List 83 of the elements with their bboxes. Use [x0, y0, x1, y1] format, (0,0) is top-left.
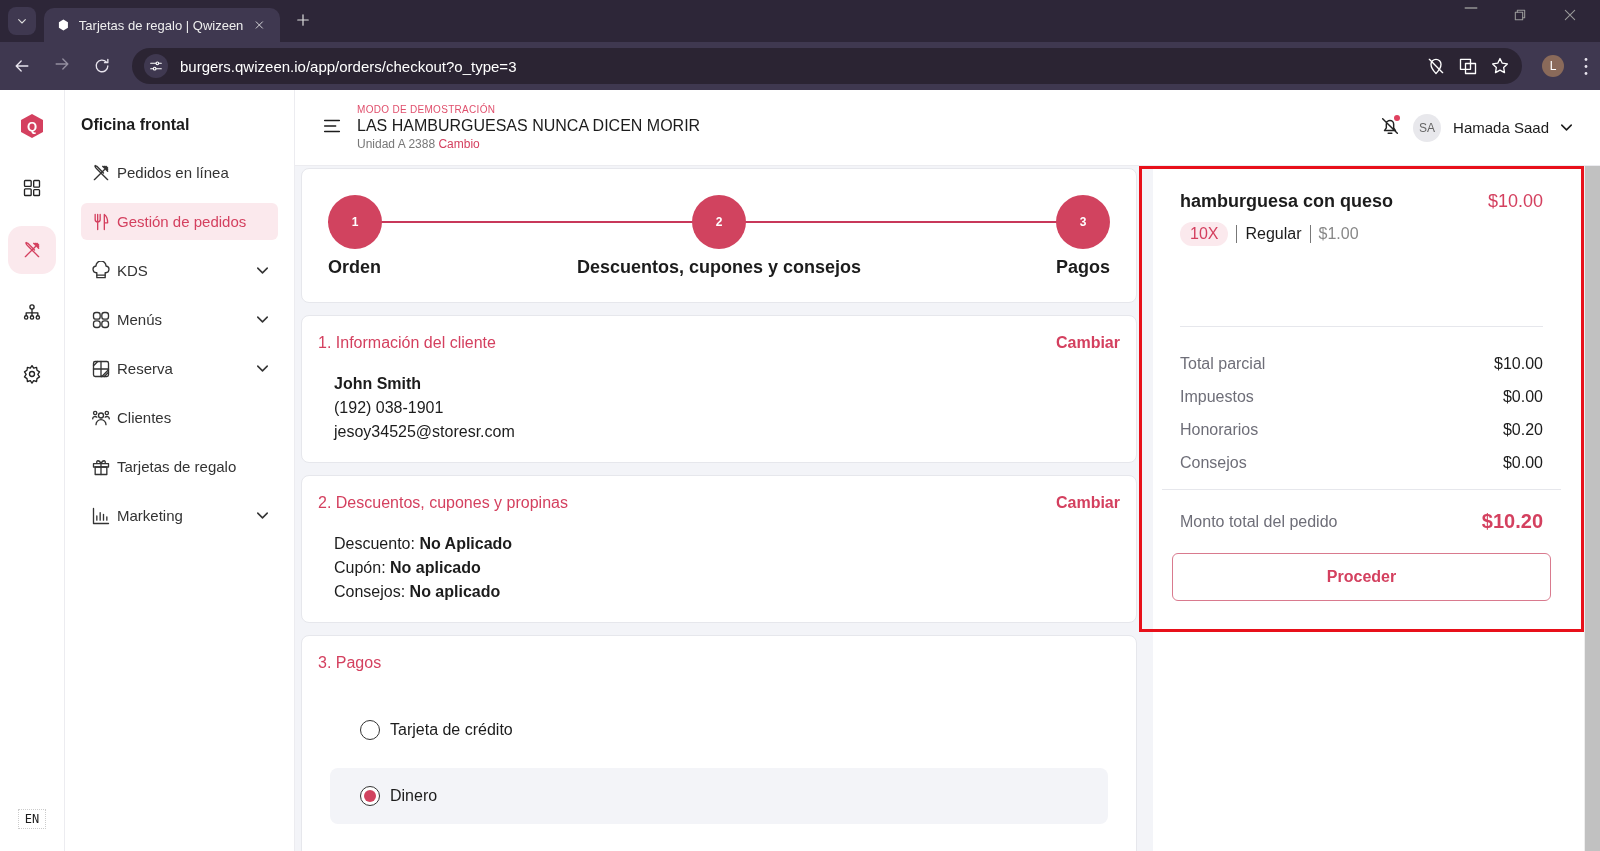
address-bar[interactable]: burgers.qwizeen.io/app/orders/checkout?o_type=3 [132, 48, 1522, 84]
site-settings-icon [148, 58, 164, 74]
summary-value: $0.00 [1502, 387, 1543, 406]
payment-option[interactable]: Tarjeta de crédito [330, 702, 1108, 758]
star-icon [1490, 56, 1510, 76]
dashboard-icon [22, 178, 42, 198]
translate-icon [1458, 56, 1478, 76]
chef-hat-icon [91, 260, 111, 281]
close-icon [1562, 7, 1578, 23]
discount-line: Descuento: No Aplicado [334, 534, 514, 554]
store-name: LAS HAMBURGUESAS NUNCA DICEN MORIR [357, 117, 701, 135]
change-link[interactable]: Cambiar [1055, 494, 1120, 512]
item-variant: Regular [1245, 225, 1302, 243]
unit-price: $1.00 [1318, 225, 1359, 243]
item-name: hamburguesa con queso [1180, 191, 1394, 212]
change-link[interactable]: Cambio [438, 137, 480, 151]
plus-icon [294, 11, 312, 29]
quantity-badge: 10X [1180, 222, 1229, 246]
location-off-icon [1426, 56, 1446, 76]
sidebar-item[interactable]: Menús [81, 301, 278, 338]
step-label: Descuentos, cupones y consejos [576, 257, 862, 278]
restore-icon [1512, 7, 1528, 23]
sidebar-item[interactable]: Gestión de pedidos [81, 203, 278, 240]
grid-icon [91, 309, 111, 330]
user-name[interactable]: Hamada Saad [1453, 119, 1549, 136]
settings-icon [22, 364, 42, 384]
section-title: 2. Descuentos, cupones y propinas [318, 494, 568, 512]
bar-chart-icon [91, 505, 111, 526]
app-logo[interactable]: Q [21, 114, 43, 138]
user-avatar: SA [1413, 113, 1442, 142]
summary-label: Consejos [1180, 453, 1247, 472]
step-number: 2 [692, 195, 746, 249]
more-icon[interactable] [1584, 57, 1588, 75]
total-value: $10.20 [1481, 510, 1543, 533]
sidebar-title: Oficina frontal [81, 116, 191, 134]
summary-label: Total parcial [1180, 354, 1266, 373]
step-number: 1 [328, 195, 382, 249]
unit-label: Unidad A 2388 [357, 137, 436, 151]
tab-title: Tarjetas de regalo | Qwizeen [78, 17, 244, 33]
customer-email: jesoy34525@storesr.com [334, 422, 516, 442]
browser-tab[interactable]: Tarjetas de regalo | Qwizeen [44, 8, 280, 42]
summary-value: $0.00 [1502, 453, 1543, 472]
change-link[interactable]: Cambiar [1055, 334, 1120, 352]
summary-label: Impuestos [1180, 387, 1254, 406]
demo-mode-label: MODO DE DEMOSTRACIÓN [357, 104, 497, 115]
site-icon [58, 19, 69, 31]
section-title: 1. Información del cliente [318, 334, 496, 352]
payment-option[interactable]: Dinero [330, 768, 1108, 824]
radio-button[interactable] [360, 720, 380, 740]
summary-value: $10.00 [1494, 354, 1543, 373]
proceed-button[interactable]: Proceder [1172, 553, 1551, 601]
sidebar-item[interactable]: Tarjetas de regalo [81, 448, 278, 485]
language-switcher[interactable]: EN [17, 809, 47, 829]
discount-line: Cupón: No aplicado [334, 558, 482, 578]
tab-list-button[interactable] [8, 7, 36, 35]
crossed-utensils-icon [91, 162, 111, 183]
sidebar-item[interactable]: Pedidos en línea [81, 154, 278, 191]
customer-phone: (192) 038-1901 [334, 398, 445, 418]
sidebar-item[interactable]: Reserva [81, 350, 278, 387]
scrollbar[interactable] [1584, 166, 1600, 851]
sidebar-item[interactable]: KDS [81, 252, 278, 289]
section-title: 3. Pagos [318, 654, 382, 672]
summary-value: $0.20 [1502, 420, 1543, 439]
customer-name: John Smith [334, 374, 423, 394]
profile-avatar[interactable]: L [1542, 55, 1564, 77]
sidebar-item[interactable]: Marketing [81, 497, 278, 534]
step-label: Pagos [1055, 257, 1110, 278]
step-number: 3 [1056, 195, 1110, 249]
chevron-down-icon [1561, 124, 1572, 131]
total-label: Monto total del pedido [1180, 512, 1338, 531]
floor-plan-icon [91, 358, 111, 379]
radio-button[interactable] [360, 786, 380, 806]
discount-line: Consejos: No aplicado [334, 582, 502, 602]
item-price: $10.00 [1487, 191, 1543, 212]
step-label: Orden [328, 257, 382, 278]
crossed-utensils-icon [22, 240, 42, 260]
summary-label: Honorarios [1180, 420, 1259, 439]
hierarchy-icon [22, 302, 42, 322]
sidebar-item[interactable]: Clientes [81, 399, 278, 436]
minimize-icon [1464, 7, 1478, 9]
notification-dot [1394, 114, 1401, 121]
url-text: burgers.qwizeen.io/app/orders/checkout?o_type=3 [180, 57, 517, 75]
close-icon [253, 18, 266, 32]
